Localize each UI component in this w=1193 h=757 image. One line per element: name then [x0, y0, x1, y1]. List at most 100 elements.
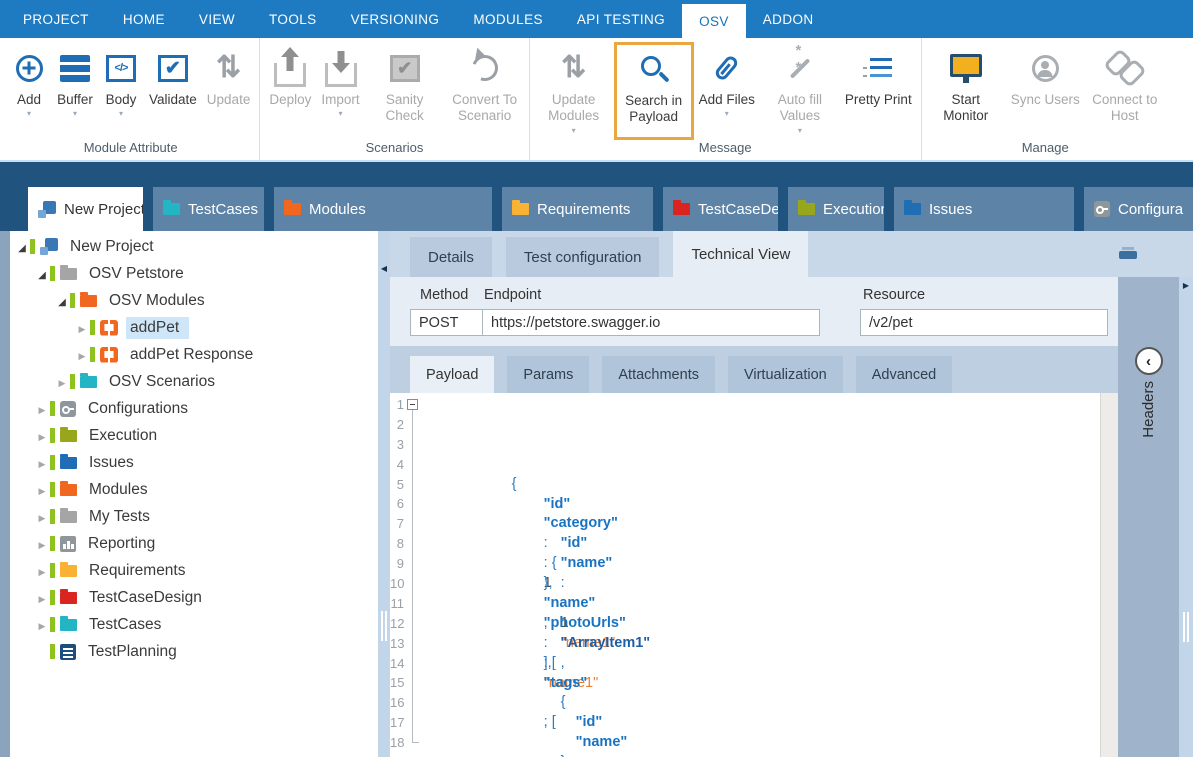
ribbon-button[interactable]: Validate [144, 42, 202, 121]
detail-tab[interactable]: Technical View [673, 231, 808, 277]
payload-tab[interactable]: Virtualization [728, 356, 843, 393]
ribbon-button[interactable]: Start Monitor [926, 42, 1006, 138]
tree-item[interactable]: My Tests [10, 503, 378, 530]
document-tab[interactable]: Modules [274, 187, 492, 231]
ribbon-button-label: Body [106, 92, 137, 108]
tree-item[interactable]: TestCases [10, 611, 378, 638]
tree-item[interactable]: Reporting [10, 530, 378, 557]
splitter-handle[interactable] [381, 611, 387, 641]
ribbon-button[interactable]: Update Modules ▾ [534, 42, 614, 138]
ribbon-button[interactable]: Sanity Check [365, 42, 445, 138]
tree-splitter[interactable]: ◀ [378, 231, 390, 757]
dropdown-arrow-icon[interactable]: ▾ [572, 125, 576, 136]
dropdown-arrow-icon[interactable]: ▾ [798, 125, 802, 136]
expand-arrow-icon[interactable] [34, 400, 50, 418]
tree-item[interactable]: Requirements [10, 557, 378, 584]
document-tab[interactable]: Requirements [502, 187, 653, 231]
expand-arrow-icon[interactable] [14, 238, 30, 256]
tree-item[interactable]: TestCaseDesign [10, 584, 378, 611]
document-tab[interactable]: Execution [788, 187, 884, 231]
tree-item[interactable]: Modules [10, 476, 378, 503]
tree-item[interactable]: addPet [10, 314, 378, 341]
editor-scrollbar[interactable] [1100, 393, 1118, 757]
tree-item[interactable]: Issues [10, 449, 378, 476]
expand-arrow-icon[interactable] [74, 319, 90, 337]
endpoint-input[interactable] [482, 309, 820, 336]
expand-arrow-icon[interactable] [34, 562, 50, 580]
expand-arrow-icon[interactable] [54, 292, 70, 310]
payload-tab[interactable]: Advanced [856, 356, 953, 393]
ribbon-button[interactable]: Import ▾ [316, 42, 364, 121]
expand-arrow-icon[interactable] [74, 346, 90, 364]
expand-arrow-icon[interactable] [34, 616, 50, 634]
menu-item[interactable]: OSV [682, 4, 746, 38]
expand-arrow-icon[interactable] [34, 535, 50, 553]
menu-item[interactable]: ADDON [746, 0, 831, 38]
tree-item[interactable]: Configurations [10, 395, 378, 422]
payload-tab[interactable]: Params [507, 356, 589, 393]
menu-item[interactable]: TOOLS [252, 0, 334, 38]
ribbon-button[interactable]: Add ▾ [6, 42, 52, 121]
right-splitter[interactable]: ▶ [1179, 277, 1193, 757]
dropdown-arrow-icon[interactable]: ▾ [119, 108, 123, 119]
menu-item[interactable]: PROJECT [6, 0, 106, 38]
payload-tab[interactable]: Payload [410, 356, 494, 393]
ribbon-button[interactable]: Pretty Print [840, 42, 917, 121]
document-tab[interactable]: New Project × [28, 187, 143, 231]
expand-arrow-icon[interactable] [34, 589, 50, 607]
menu-item[interactable]: HOME [106, 0, 182, 38]
payload-tab[interactable]: Attachments [602, 356, 715, 393]
dropdown-arrow-icon[interactable]: ▾ [27, 108, 31, 119]
menu-item[interactable]: API TESTING [560, 0, 682, 38]
ribbon-button[interactable]: Sync Users [1006, 42, 1085, 121]
headers-collapsed-panel[interactable]: ‹ Headers [1118, 277, 1179, 757]
detail-tab[interactable]: Test configuration [506, 237, 660, 277]
ribbon-button[interactable]: Auto fill Values ▾ [760, 42, 840, 138]
ribbon-button[interactable]: Buffer ▾ [52, 42, 98, 121]
ribbon-button[interactable]: Connect to Host [1085, 42, 1165, 138]
print-icon[interactable] [1119, 247, 1137, 262]
expand-arrow-icon[interactable] [34, 481, 50, 499]
ribbon-button[interactable]: Deploy [264, 42, 316, 121]
expand-arrow-icon[interactable] [54, 373, 70, 391]
document-tab[interactable]: Configura [1084, 187, 1193, 231]
ribbon-button-icon-area [269, 44, 311, 92]
tree-item[interactable]: OSV Petstore [10, 260, 378, 287]
tree-item-icon [60, 619, 77, 631]
tree-item[interactable]: OSV Scenarios [10, 368, 378, 395]
payload-editor[interactable]: 1 { 2 [390, 393, 1118, 757]
ribbon-button[interactable]: Add Files ▾ [694, 42, 760, 121]
menu-item[interactable]: VERSIONING [334, 0, 457, 38]
expand-arrow-icon[interactable] [34, 427, 50, 445]
expand-arrow-icon[interactable] [34, 508, 50, 526]
dropdown-arrow-icon[interactable]: ▾ [73, 108, 77, 119]
menu-item[interactable]: VIEW [182, 0, 252, 38]
ribbon-button[interactable]: Body ▾ [98, 42, 144, 121]
expand-headers-button[interactable]: ‹ [1135, 347, 1163, 375]
fold-toggle-icon[interactable] [407, 399, 418, 410]
ribbon-button[interactable]: Search in Payload [614, 42, 694, 140]
tree-item[interactable]: Execution [10, 422, 378, 449]
tree-item[interactable]: addPet Response [10, 341, 378, 368]
tree-item[interactable]: TestPlanning [10, 638, 378, 665]
ribbon-button-label: Import [321, 92, 359, 108]
splitter-handle[interactable] [1183, 612, 1189, 642]
ribbon-button[interactable]: Convert To Scenario [445, 42, 525, 138]
menu-item[interactable]: MODULES [456, 0, 560, 38]
collapse-right-arrow-icon[interactable]: ▶ [1179, 281, 1193, 290]
ribbon-button[interactable]: Update [202, 42, 256, 121]
dropdown-arrow-icon[interactable]: ▾ [725, 108, 729, 119]
resource-input[interactable] [860, 309, 1108, 336]
code-line: "ArrayItem1" [406, 554, 1118, 574]
dropdown-arrow-icon[interactable]: ▾ [339, 108, 343, 119]
expand-arrow-icon[interactable] [34, 265, 50, 283]
collapse-left-arrow-icon[interactable]: ◀ [378, 264, 390, 273]
tree-item[interactable]: OSV Modules [10, 287, 378, 314]
expand-arrow-icon[interactable] [34, 454, 50, 472]
document-tab[interactable]: TestCaseDesign [663, 187, 778, 231]
ribbon-button-icon [561, 53, 586, 83]
document-tab[interactable]: TestCases [153, 187, 264, 231]
document-tab[interactable]: Issues [894, 187, 1074, 231]
detail-tab[interactable]: Details [410, 237, 492, 277]
tree-item[interactable]: New Project [10, 233, 378, 260]
